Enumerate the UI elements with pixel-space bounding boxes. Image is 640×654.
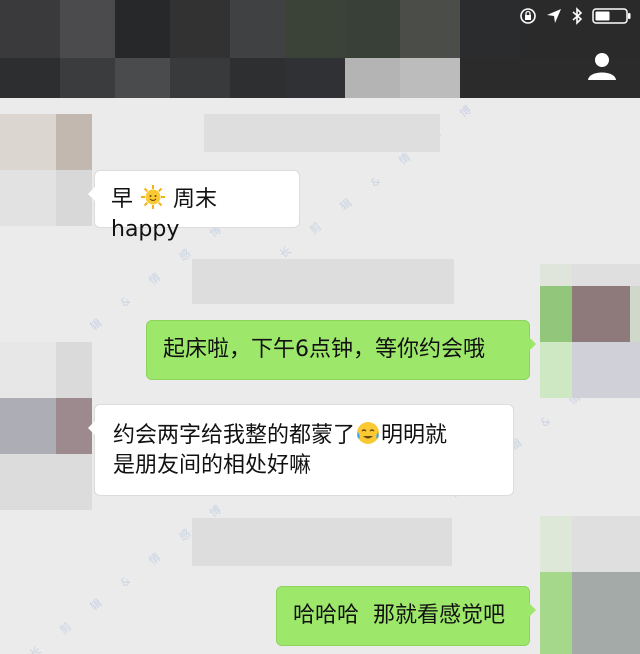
status-bar-icons — [519, 6, 632, 26]
mosaic-tile — [60, 0, 115, 58]
message-text: 起床啦，下午6点钟，等你约会哦 — [163, 337, 485, 362]
blurred-avatar — [540, 572, 572, 654]
message-bubble-outgoing[interactable]: 起床啦，下午6点钟，等你约会哦 — [146, 320, 536, 380]
blurred-timestamp — [192, 518, 452, 566]
chat-message-list[interactable]: 长 剪 辑 & 情 感 博 士 长 剪 辑 & 情 感 博 士 长 剪 辑 & … — [0, 98, 640, 654]
face-with-tears-icon — [357, 422, 380, 444]
message-text: 哈哈哈 那就看感觉吧 — [293, 603, 505, 628]
mosaic-tile — [115, 58, 170, 98]
blurred-avatar — [0, 342, 56, 398]
battery-icon — [592, 8, 631, 24]
mosaic-tile — [345, 58, 400, 98]
mosaic-tile — [285, 58, 345, 98]
blurred-timestamp — [204, 114, 440, 152]
blurred-avatar — [0, 114, 56, 170]
chat-info-button[interactable] — [586, 50, 618, 82]
message-line: 约会两字给我整的都蒙了 明明就 — [113, 420, 495, 451]
blurred-avatar — [572, 572, 640, 654]
message-bubble-incoming[interactable]: 早 周末happy — [88, 170, 300, 242]
sun-face-icon — [141, 185, 166, 209]
mosaic-tile — [460, 0, 520, 58]
blurred-avatar — [572, 286, 630, 342]
blurred-avatar — [572, 516, 640, 572]
message-text: 是朋友间的相处好嘛 — [113, 453, 312, 478]
mosaic-tile — [230, 58, 285, 98]
blurred-avatar — [572, 342, 640, 398]
mosaic-tile — [285, 0, 345, 58]
mosaic-tile — [345, 0, 400, 58]
blurred-avatar — [540, 342, 572, 398]
blurred-avatar — [56, 170, 92, 226]
blurred-avatar — [56, 114, 92, 170]
person-icon — [588, 53, 616, 80]
mosaic-tile — [0, 0, 60, 58]
message-bubble-incoming[interactable]: 约会两字给我整的都蒙了 明明就 是朋友间的相处好嘛 — [88, 404, 514, 496]
blurred-avatar — [56, 398, 92, 454]
message-text: 早 — [111, 187, 134, 212]
blurred-avatar — [540, 516, 572, 572]
blurred-avatar — [0, 454, 92, 510]
blurred-avatar — [630, 286, 640, 342]
chat-header — [0, 0, 640, 98]
message-text: 明明就 — [381, 423, 448, 448]
message-bubble-outgoing[interactable]: 哈哈哈 那就看感觉吧 — [276, 586, 536, 646]
location-arrow-icon — [547, 9, 561, 23]
mosaic-tile — [115, 0, 170, 58]
message-line: 是朋友间的相处好嘛 — [113, 451, 495, 481]
mosaic-tile — [0, 58, 60, 98]
mosaic-tile — [400, 0, 460, 58]
bluetooth-icon — [572, 7, 583, 25]
mosaic-tile — [400, 58, 460, 98]
mosaic-tile — [60, 58, 115, 98]
blurred-timestamp — [192, 259, 454, 304]
orientation-lock-icon — [520, 8, 536, 24]
blurred-avatar — [0, 398, 56, 454]
blurred-avatar — [56, 342, 92, 398]
blurred-avatar — [572, 264, 640, 286]
blurred-avatar — [540, 264, 572, 286]
message-text: 约会两字给我整的都蒙了 — [113, 423, 356, 448]
blurred-avatar — [0, 170, 56, 226]
mosaic-tile — [170, 0, 230, 58]
blurred-avatar — [540, 286, 572, 342]
mosaic-tile — [170, 58, 230, 98]
mosaic-tile — [230, 0, 285, 58]
